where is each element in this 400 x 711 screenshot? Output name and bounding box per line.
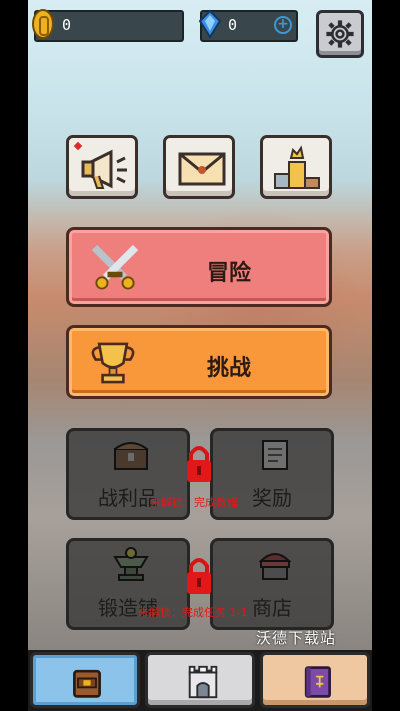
shop-awning-icon <box>258 553 292 580</box>
left-border-decoration <box>0 0 28 711</box>
adventure-label: 冒险 <box>206 261 251 286</box>
spellbook-icon <box>304 666 331 698</box>
unlock-hint-row2: 未解锁：完成任务 1-1 <box>138 606 248 619</box>
watermark: 沃德下载站 <box>256 629 337 647</box>
coin-value: 0 <box>62 16 72 34</box>
lock-icon <box>187 558 211 594</box>
adventure-button[interactable]: 冒险 <box>66 227 332 307</box>
challenge-label: 挑战 <box>206 356 251 381</box>
settings-button[interactable] <box>316 10 364 58</box>
tab-inventory[interactable] <box>30 652 140 708</box>
ranking-button[interactable] <box>260 135 332 199</box>
unlock-hint-row1: 未解锁：完成教程 <box>150 496 238 509</box>
right-border-decoration <box>372 0 400 711</box>
gold-coin-icon <box>32 9 54 39</box>
castle-icon <box>188 665 218 699</box>
blue-gem-icon <box>198 9 222 39</box>
plus-icon[interactable]: + <box>274 16 292 34</box>
tab-castle[interactable] <box>145 652 255 708</box>
gem-counter: 0 + <box>198 9 298 42</box>
gem-value: 0 <box>228 16 238 34</box>
scroll-icon <box>262 440 288 470</box>
treasure-chest-icon <box>114 442 148 470</box>
challenge-button[interactable]: 挑战 <box>66 325 332 399</box>
gear-icon <box>326 20 354 48</box>
podium-icon <box>274 145 320 189</box>
backpack-icon <box>73 669 101 698</box>
lock-icon <box>187 446 211 482</box>
envelope-icon <box>178 152 226 186</box>
announcement-button[interactable] <box>66 135 138 199</box>
game-screen: 0 0 + 冒险 挑战 战利品 奖励 锻造铺 商店 未解锁：完成教程 未解锁：完… <box>0 0 400 711</box>
megaphone-icon <box>81 149 127 189</box>
mail-button[interactable] <box>163 135 235 199</box>
anvil-icon <box>113 547 149 581</box>
tab-codex[interactable] <box>260 652 370 708</box>
coin-counter: 0 <box>32 9 184 42</box>
